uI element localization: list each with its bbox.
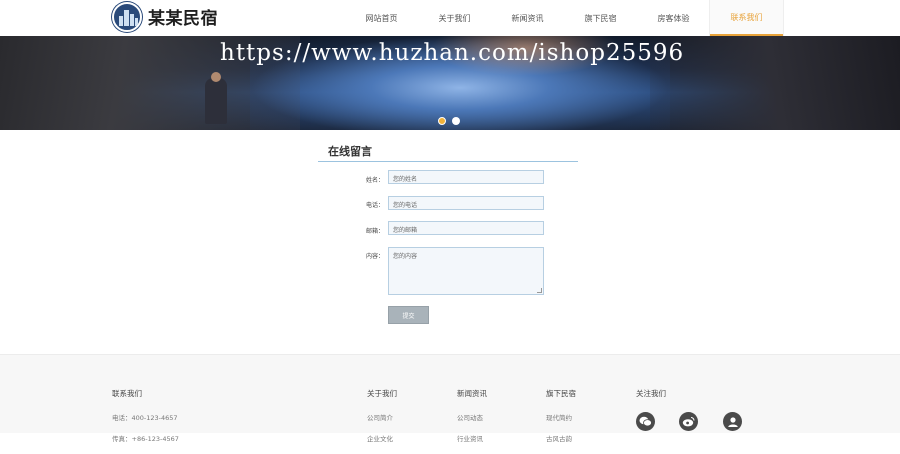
banner-watermark: https://www.huzhan.com/ishop25596	[220, 40, 685, 66]
footer-link-company-news[interactable]: 公司动态	[457, 412, 487, 422]
footer-link-company-intro[interactable]: 公司简介	[367, 412, 397, 422]
wechat-icon[interactable]	[636, 412, 655, 431]
email-field[interactable]: 您的邮箱	[388, 221, 544, 235]
nav-news[interactable]: 新闻资讯	[491, 0, 564, 36]
banner-person-figure	[205, 78, 227, 124]
logo[interactable]: 某某民宿	[112, 1, 218, 32]
footer-phone: 电话：400-123-4657	[112, 414, 178, 422]
logo-icon	[112, 1, 142, 32]
footer-follow: 关注我们	[636, 388, 666, 412]
phone-label: 电话：	[365, 202, 384, 209]
name-label: 姓名：	[365, 177, 384, 184]
form-title: 在线留言	[328, 145, 372, 158]
phone-field[interactable]: 您的电话	[388, 196, 544, 210]
hero-banner: https://www.huzhan.com/ishop25596	[0, 36, 900, 130]
logo-text: 某某民宿	[148, 9, 218, 29]
footer-link-culture[interactable]: 企业文化	[367, 433, 397, 443]
slider-dot-1[interactable]	[438, 117, 446, 125]
footer-news-heading: 新闻资讯	[457, 389, 487, 398]
footer-link-classic[interactable]: 古风古韵	[546, 433, 576, 443]
footer-link-industry-news[interactable]: 行业资讯	[457, 433, 487, 443]
email-label: 邮箱：	[365, 228, 384, 235]
main-nav: 网站首页 关于我们 新闻资讯 旗下民宿 房客体验 联系我们	[345, 0, 783, 36]
textarea-resize-handle[interactable]	[537, 288, 542, 293]
form-title-divider	[318, 161, 578, 162]
nav-experience[interactable]: 房客体验	[637, 0, 710, 36]
footer-link-modern[interactable]: 现代简约	[546, 412, 576, 422]
footer-about-heading: 关于我们	[367, 389, 397, 398]
footer-news: 新闻资讯 公司动态 行业资讯	[457, 388, 487, 454]
name-field[interactable]: 您的姓名	[388, 170, 544, 184]
nav-contact[interactable]: 联系我们	[710, 0, 783, 36]
weibo-icon[interactable]	[679, 412, 698, 431]
footer-contact: 联系我们 电话：400-123-4657 传真：+86-123-4567	[112, 388, 179, 454]
nav-homestays[interactable]: 旗下民宿	[564, 0, 637, 36]
nav-home[interactable]: 网站首页	[345, 0, 418, 36]
submit-button[interactable]: 提交	[388, 306, 429, 324]
content-textarea[interactable]: 您的内容	[388, 247, 544, 295]
nav-about[interactable]: 关于我们	[418, 0, 491, 36]
slider-dot-2[interactable]	[452, 117, 460, 125]
footer-contact-heading: 联系我们	[112, 389, 142, 398]
footer-homestays: 旗下民宿 现代简约 古风古韵	[546, 388, 576, 454]
footer-about: 关于我们 公司简介 企业文化	[367, 388, 397, 454]
content-label: 内容：	[365, 253, 384, 260]
footer-follow-heading: 关注我们	[636, 389, 666, 398]
user-icon[interactable]	[723, 412, 742, 431]
slider-dots	[438, 117, 460, 125]
banner-right-wall	[650, 36, 900, 130]
banner-person-head	[211, 72, 221, 82]
footer-homestays-heading: 旗下民宿	[546, 389, 576, 398]
footer-fax: 传真：+86-123-4567	[112, 435, 179, 443]
content-placeholder: 您的内容	[393, 253, 418, 260]
site-header: 某某民宿 网站首页 关于我们 新闻资讯 旗下民宿 房客体验 联系我们	[0, 0, 900, 36]
